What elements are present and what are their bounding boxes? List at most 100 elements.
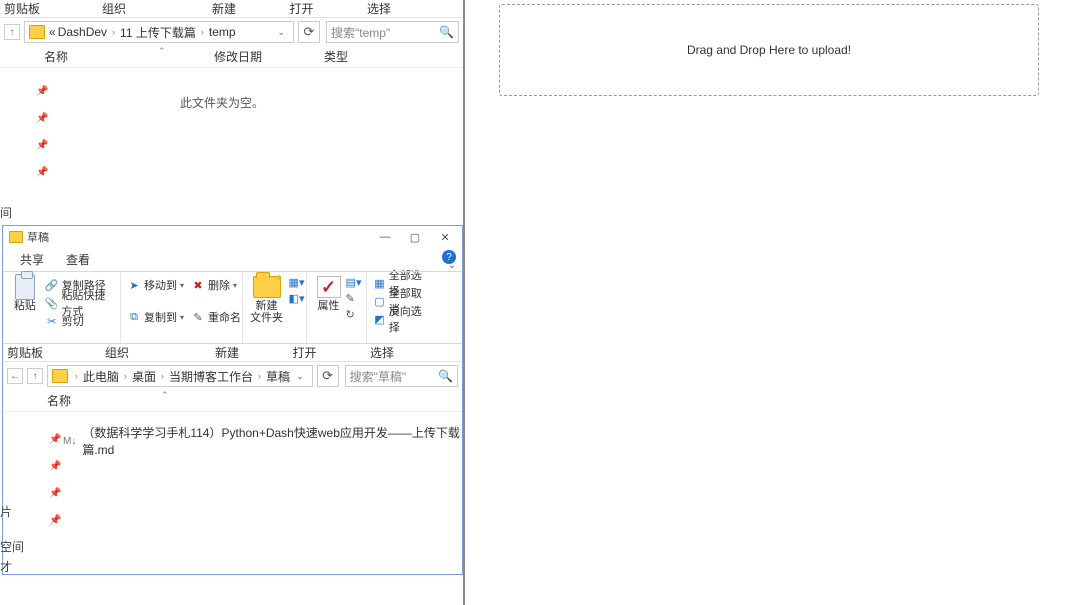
file-row[interactable]: M↓ （数据科学学习手札114）Python+Dash快速web应用开发——上传… xyxy=(3,430,462,452)
explorer-window-2: 草稿 — ▢ ✕ 共享 查看 ⌄ ? 粘贴 � xyxy=(2,225,463,575)
breadcrumb-seg-blog[interactable]: 当期博客工作台 xyxy=(167,368,255,385)
new-item-icon[interactable]: ▦▾ xyxy=(289,276,305,289)
quick-access-pins: 📌 📌 📌 📌 xyxy=(36,86,48,178)
sidebar-fragment-pictures: 片 xyxy=(0,503,12,520)
close-button[interactable]: ✕ xyxy=(430,227,460,247)
new-folder-button[interactable]: ✦ 新建 文件夹 xyxy=(245,274,289,324)
pin-icon: 📌 xyxy=(36,140,48,151)
open-icon[interactable]: ▤▾ xyxy=(346,276,362,289)
pin-icon: 📌 xyxy=(36,167,48,178)
edit-icon[interactable]: ✎ xyxy=(346,292,362,305)
tab-view[interactable]: 查看 xyxy=(55,247,101,271)
ribbon-tabs: 共享 查看 ⌄ ? xyxy=(3,248,462,272)
section-organize-label: 组织 xyxy=(44,0,184,17)
refresh-button[interactable]: ⟳ xyxy=(298,21,320,43)
empty-folder-message: 此文件夹为空。 xyxy=(180,94,264,111)
tab-share[interactable]: 共享 xyxy=(9,247,55,271)
delete-button[interactable]: ✖删除▾ xyxy=(191,276,241,294)
section-select-label: 选择 xyxy=(339,0,419,17)
nav-up-button[interactable]: ↑ xyxy=(4,24,20,40)
easy-access-icon[interactable]: ◧▾ xyxy=(289,292,305,305)
section-organize-label: 组织 xyxy=(47,344,187,361)
folder-icon xyxy=(9,231,23,243)
minimize-button[interactable]: — xyxy=(370,227,400,247)
link-icon: 🔗 xyxy=(45,278,59,292)
breadcrumb-dropdown[interactable]: ⌄ xyxy=(292,371,308,382)
breadcrumb-dropdown[interactable]: ⌄ xyxy=(273,27,289,38)
refresh-button[interactable]: ⟳ xyxy=(317,365,339,387)
cut-button[interactable]: ✂剪切 xyxy=(45,312,114,330)
column-date[interactable]: 修改日期 xyxy=(214,48,324,65)
chevron-right-icon: › xyxy=(198,27,207,37)
shortcut-icon: 📎 xyxy=(45,296,59,310)
nav-up-button[interactable]: ↑ xyxy=(27,368,43,384)
properties-icon: ✓ xyxy=(317,276,341,298)
ribbon-section-labels-2: 剪贴板 组织 新建 打开 选择 xyxy=(3,344,462,362)
delete-icon: ✖ xyxy=(191,278,205,292)
chevron-right-icon: › xyxy=(72,371,81,381)
ribbon-2: 粘贴 🔗复制路径 📎粘贴快捷方式 ✂剪切 ➤移动到▾ ⧉复制到▾ xyxy=(3,272,462,344)
column-type[interactable]: 类型 xyxy=(324,48,414,65)
nav-back-button[interactable]: ← xyxy=(7,368,23,384)
folder-icon xyxy=(52,369,68,383)
titlebar-2: 草稿 — ▢ ✕ xyxy=(3,226,462,248)
pin-icon: 📌 xyxy=(36,113,48,124)
breadcrumb-seg-desktop[interactable]: 桌面 xyxy=(130,368,158,385)
breadcrumb-ellipsis[interactable]: « xyxy=(49,25,56,39)
section-new-label: 新建 xyxy=(187,344,267,361)
column-headers-1: ⌃ 名称 修改日期 类型 xyxy=(0,46,463,68)
sort-indicator-icon: ⌃ xyxy=(158,46,166,57)
sidebar-fragment-space: 空间 xyxy=(0,538,24,555)
markdown-file-icon: M↓ xyxy=(63,434,76,448)
maximize-button[interactable]: ▢ xyxy=(400,227,430,247)
address-bar-2: ← ↑ › 此电脑 › 桌面 › 当期博客工作台 › 草稿 ⌄ ⟳ 搜索"草稿"… xyxy=(3,362,462,390)
column-name[interactable]: 名称 xyxy=(47,392,217,409)
paste-shortcut-button[interactable]: 📎粘贴快捷方式 xyxy=(45,294,114,312)
search-placeholder: 搜索"temp" xyxy=(331,24,439,41)
rename-icon: ✎ xyxy=(191,310,205,324)
breadcrumb-2[interactable]: › 此电脑 › 桌面 › 当期博客工作台 › 草稿 ⌄ xyxy=(47,365,313,387)
paste-button[interactable]: 粘贴 xyxy=(9,274,41,330)
column-name[interactable]: 名称 xyxy=(44,48,214,65)
section-clipboard-label: 剪贴板 xyxy=(3,344,47,361)
section-select-label: 选择 xyxy=(342,344,422,361)
breadcrumb-seg-temp[interactable]: temp xyxy=(207,25,238,39)
search-input-2[interactable]: 搜索"草稿" 🔍 xyxy=(345,365,458,387)
ribbon-section-labels-1: 剪贴板 组织 新建 打开 选择 xyxy=(0,0,463,18)
window-title: 草稿 xyxy=(27,229,49,245)
new-folder-icon: ✦ xyxy=(253,276,281,298)
file-pane-2[interactable]: M↓ （数据科学学习手札114）Python+Dash快速web应用开发——上传… xyxy=(3,430,462,550)
search-input-1[interactable]: 搜索"temp" 🔍 xyxy=(326,21,459,43)
section-clipboard-label: 剪贴板 xyxy=(0,0,44,17)
breadcrumb-seg-dashdev[interactable]: DashDev xyxy=(56,25,109,39)
copy-icon: ⧉ xyxy=(127,310,141,324)
sort-indicator-icon: ⌃ xyxy=(161,390,169,401)
breadcrumb-seg-thispc[interactable]: 此电脑 xyxy=(81,368,121,385)
invert-icon: ◩ xyxy=(373,312,386,326)
breadcrumb-seg-draft[interactable]: 草稿 xyxy=(264,368,292,385)
section-open-label: 打开 xyxy=(267,344,342,361)
dropzone-label: Drag and Drop Here to upload! xyxy=(687,43,851,57)
upload-dropzone[interactable]: Drag and Drop Here to upload! xyxy=(499,4,1039,96)
column-headers-2: ⌃ 名称 xyxy=(3,390,462,412)
folder-icon xyxy=(29,25,45,39)
sidebar-fragment-misc: 才 xyxy=(0,558,12,575)
select-all-icon: ▦ xyxy=(373,276,386,290)
search-icon[interactable]: 🔍 xyxy=(439,25,454,39)
breadcrumb-1[interactable]: « DashDev › 11 上传下载篇 › temp ⌄ xyxy=(24,21,294,43)
file-pane-1[interactable]: 此文件夹为空。 📌 📌 📌 📌 xyxy=(0,68,463,210)
pin-icon: 📌 xyxy=(49,434,61,445)
pin-icon: 📌 xyxy=(36,86,48,97)
help-icon[interactable]: ? xyxy=(442,250,456,264)
search-icon[interactable]: 🔍 xyxy=(438,369,453,383)
breadcrumb-seg-11[interactable]: 11 上传下载篇 xyxy=(118,24,198,41)
clipboard-icon xyxy=(15,274,35,300)
rename-button[interactable]: ✎重命名 xyxy=(191,308,241,326)
history-icon[interactable]: ↻ xyxy=(346,308,362,321)
sidebar-fragment-1: 间 xyxy=(0,204,12,221)
search-placeholder: 搜索"草稿" xyxy=(350,368,438,385)
dash-app-panel: Drag and Drop Here to upload! xyxy=(467,0,1079,605)
invert-selection-button[interactable]: ◩反向选择 xyxy=(373,310,429,328)
properties-button[interactable]: ✓ 属性 xyxy=(312,274,346,321)
address-bar-1: ↑ « DashDev › 11 上传下载篇 › temp ⌄ ⟳ 搜索"tem… xyxy=(0,18,463,46)
